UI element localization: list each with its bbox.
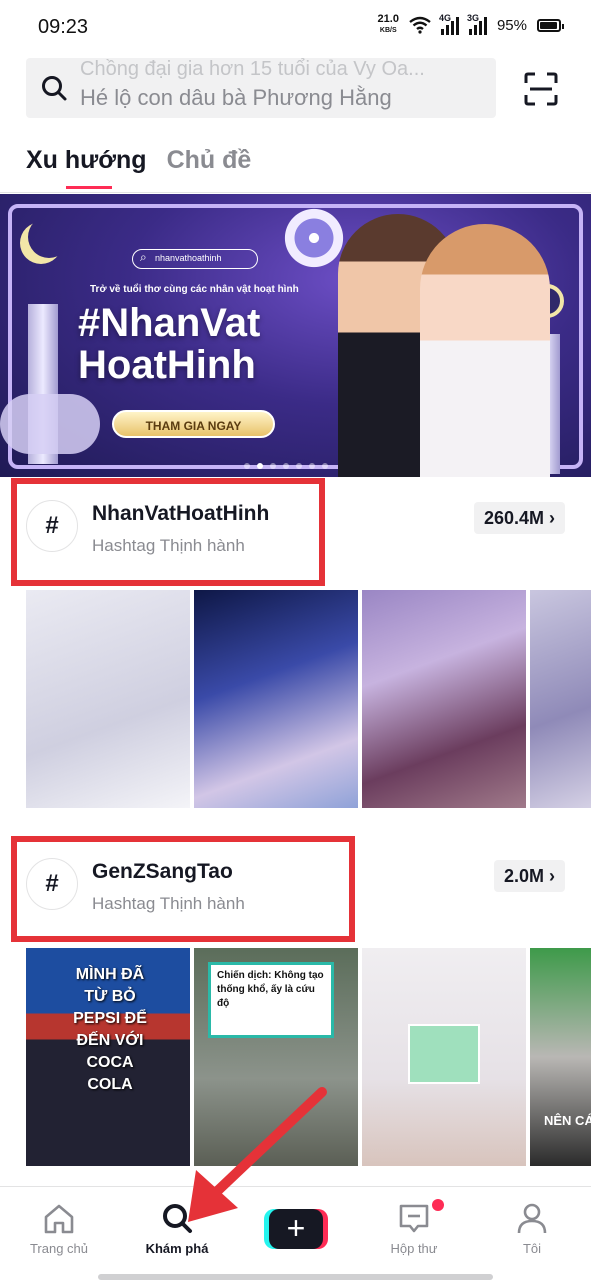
thumbnail-caption: NÊN CÁ PHÁ [544,1113,591,1128]
create-button[interactable]: + [264,1209,328,1249]
status-indicators: 21.0 KB/S 4G 3G 95% [377,13,564,36]
hashtag-view-count[interactable]: 260.4M › [473,502,565,534]
carousel-dot [283,463,289,469]
video-thumbnail[interactable] [362,590,526,808]
nav-home[interactable]: Trang chủ [9,1201,109,1256]
nav-profile[interactable]: Tôi [482,1201,582,1256]
bottom-navigation: Trang chủ Khám phá + Hộp thư Tôi [0,1186,591,1280]
carousel-dot [270,463,276,469]
carousel-dot [244,463,250,469]
carousel-dot [296,463,302,469]
search-icon [42,76,67,101]
hashtag-thumbnails [26,590,591,808]
create-plus-icon: + [269,1209,323,1249]
home-indicator [98,1274,493,1280]
banner-character-female [420,224,550,477]
search-icon [163,1204,192,1233]
tab-trending[interactable]: Xu hướng [26,146,147,191]
thumbnail-caption: Chiến dịch: Không tạo thống khổ, ấy là c… [208,962,334,1038]
status-bar: 09:23 21.0 KB/S 4G 3G 95% [0,0,591,56]
thumbnail-caption: MÌNH ĐÃ TỪ BỎ PEPSI ĐỂ ĐẾN VỚI COCA COLA [73,966,147,1093]
video-thumbnail[interactable]: NÊN CÁ PHÁ [530,948,591,1166]
star-emblem [280,204,348,272]
video-thumbnail[interactable] [362,948,526,1166]
banner-search-tag: nhanvathoathinh [132,249,258,269]
video-thumbnail[interactable]: MÌNH ĐÃ TỪ BỎ PEPSI ĐỂ ĐẾN VỚI COCA COLA [26,948,190,1166]
carousel-dot [309,463,315,469]
nav-discover[interactable]: Khám phá [127,1201,227,1256]
search-suggestion-previous: Chồng đại gia hơn 15 tuổi của Vy Oa... [80,58,425,80]
annotation-highlight-box [11,836,355,942]
carousel-dot [257,463,263,469]
inbox-notification-badge [432,1199,444,1211]
signal-sim1-icon: 4G [439,13,459,35]
video-thumbnail[interactable]: Chiến dịch: Không tạo thống khổ, ấy là c… [194,948,358,1166]
cloud-decoration [0,394,100,454]
home-icon [44,1204,74,1234]
banner-title: #NhanVat HoatHinh [78,301,261,387]
annotation-highlight-box [11,478,325,586]
explore-tabs: Xu hướng Chủ đề [26,146,251,191]
moon-decoration [28,216,70,258]
video-thumbnail[interactable] [194,590,358,808]
profile-icon [517,1203,547,1234]
status-time: 09:23 [38,16,89,38]
battery-icon [537,18,564,32]
hashtag-thumbnails: MÌNH ĐÃ TỪ BỎ PEPSI ĐỂ ĐẾN VỚI COCA COLA… [26,948,591,1166]
video-thumbnail[interactable] [530,590,591,808]
search-placeholder: Hé lộ con dâu bà Phương Hằng [80,85,392,110]
scan-qr-icon[interactable] [524,72,558,106]
signal-sim2-icon: 3G [467,13,487,35]
promo-banner[interactable]: nhanvathoathinh Trở về tuổi thơ cùng các… [0,194,591,477]
nav-inbox[interactable]: Hộp thư [364,1201,464,1256]
gift-box-image [408,1024,480,1084]
banner-join-button[interactable]: THAM GIA NGAY [112,410,275,438]
hashtag-view-count[interactable]: 2.0M › [493,860,565,892]
battery-percent: 95% [496,16,527,34]
network-speed: 21.0 KB/S [377,13,399,35]
video-thumbnail[interactable] [26,590,190,808]
wifi-icon [409,16,431,34]
carousel-dots [244,463,328,469]
banner-subtitle: Trở về tuổi thơ cùng các nhân vật hoạt h… [90,284,299,295]
tab-divider [0,192,591,193]
carousel-dot [322,463,328,469]
inbox-icon [399,1204,429,1233]
tab-topics[interactable]: Chủ đề [167,146,252,191]
search-input[interactable]: Chồng đại gia hơn 15 tuổi của Vy Oa... H… [26,58,496,118]
